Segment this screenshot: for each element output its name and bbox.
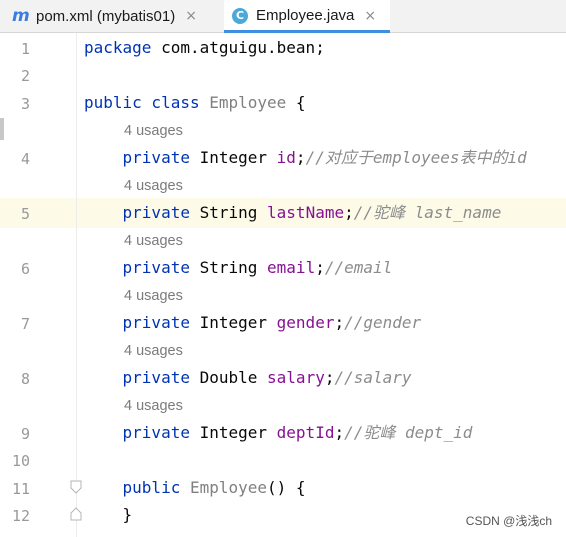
maven-file-icon: m [12, 6, 30, 26]
code-line[interactable]: private Double salary;//salary [84, 368, 412, 388]
line-number: 3 [20, 95, 30, 113]
line-number: 2 [20, 67, 30, 85]
java-class-icon: C [232, 7, 248, 24]
usages-hint[interactable]: 4 usages [124, 231, 183, 251]
code-token-kw: private [122, 148, 200, 167]
gutter-separator [76, 33, 77, 537]
usages-hint[interactable]: 4 usages [124, 121, 183, 141]
line-number: 6 [20, 260, 30, 278]
code-token-cmt: //salary [334, 368, 412, 387]
code-line[interactable]: public Employee() { [84, 478, 306, 498]
code-token-cmt: //驼峰 dept_id [344, 423, 473, 442]
code-token-plain: com.atguigu.bean; [161, 38, 325, 57]
usages-hint[interactable]: 4 usages [124, 341, 183, 361]
code-token-kw: public class [84, 93, 210, 112]
code-token-plain: Double [199, 368, 268, 387]
code-token-fld: lastName [267, 203, 345, 222]
code-token-plain: String [199, 258, 268, 277]
close-icon[interactable]: × [185, 8, 197, 24]
left-edge-marker [0, 118, 4, 140]
code-token-cmt: //gender [344, 313, 422, 332]
code-line[interactable]: public class Employee { [84, 93, 306, 113]
close-icon[interactable]: × [364, 8, 376, 24]
tab-label: Employee.java [256, 7, 355, 24]
fold-end-icon[interactable] [70, 507, 82, 521]
line-number: 4 [20, 150, 30, 168]
line-number: 12 [11, 507, 30, 525]
tab-pom-xml[interactable]: m pom.xml (mybatis01) × [12, 0, 224, 32]
line-number: 7 [20, 315, 30, 333]
code-token-fld: gender [276, 313, 335, 332]
line-number: 8 [20, 370, 30, 388]
code-line[interactable]: package com.atguigu.bean; [84, 38, 325, 58]
code-token-cmt: //对应于employees表中的id [305, 148, 527, 167]
line-number: 9 [20, 425, 30, 443]
line-number: 1 [20, 40, 30, 58]
code-token-fld: email [267, 258, 316, 277]
code-token-kw: private [122, 258, 200, 277]
code-token-plain: String [199, 203, 268, 222]
code-line[interactable]: private Integer gender;//gender [84, 313, 422, 333]
code-token-kw: private [122, 313, 200, 332]
code-token-fld: salary [267, 368, 325, 387]
code-line[interactable]: } [84, 505, 133, 525]
usages-hint[interactable]: 4 usages [124, 176, 183, 196]
code-token-kw: private [122, 203, 200, 222]
editor-tab-bar: m pom.xml (mybatis01) × C Employee.java … [0, 0, 566, 33]
code-token-fld: id [276, 148, 296, 167]
code-token-fld: deptId [276, 423, 335, 442]
code-token-plain: ; [344, 203, 354, 222]
code-token-plain: { [286, 93, 306, 112]
code-line[interactable]: private Integer deptId;//驼峰 dept_id [84, 423, 473, 443]
code-token-cls: Employee [189, 478, 268, 497]
code-token-plain: Integer [199, 148, 277, 167]
code-token-kw: private [122, 368, 200, 387]
line-number: 5 [20, 205, 30, 223]
tab-label: pom.xml (mybatis01) [36, 7, 176, 25]
code-token-kw: package [84, 38, 162, 57]
code-token-plain: } [84, 505, 133, 524]
code-token-cmt: //email [324, 258, 393, 277]
tab-employee-java[interactable]: C Employee.java × [224, 0, 390, 33]
usages-hint[interactable]: 4 usages [124, 396, 183, 416]
code-line[interactable]: private String email;//email [84, 258, 393, 278]
code-token-plain: () { [267, 478, 306, 497]
code-token-plain: ; [334, 313, 345, 332]
watermark: CSDN @浅浅ch [465, 514, 552, 528]
code-token-plain: ; [315, 258, 325, 277]
line-number: 10 [11, 452, 30, 470]
code-token-plain: ; [295, 148, 306, 167]
code-line[interactable]: private String lastName;//驼峰 last_name [84, 203, 502, 223]
code-token-plain: ; [334, 423, 345, 442]
code-token-cmt: //驼峰 last_name [353, 203, 502, 222]
code-token-kw: private [122, 423, 200, 442]
code-token-kw: public [122, 478, 190, 497]
code-token-plain: Integer [199, 313, 277, 332]
code-token-cls: Employee [209, 93, 287, 112]
code-token-plain: Integer [199, 423, 277, 442]
fold-start-icon[interactable] [70, 480, 82, 494]
usages-hint[interactable]: 4 usages [124, 286, 183, 306]
code-line[interactable]: private Integer id;//对应于employees表中的id [84, 148, 527, 168]
line-number: 11 [11, 480, 30, 498]
